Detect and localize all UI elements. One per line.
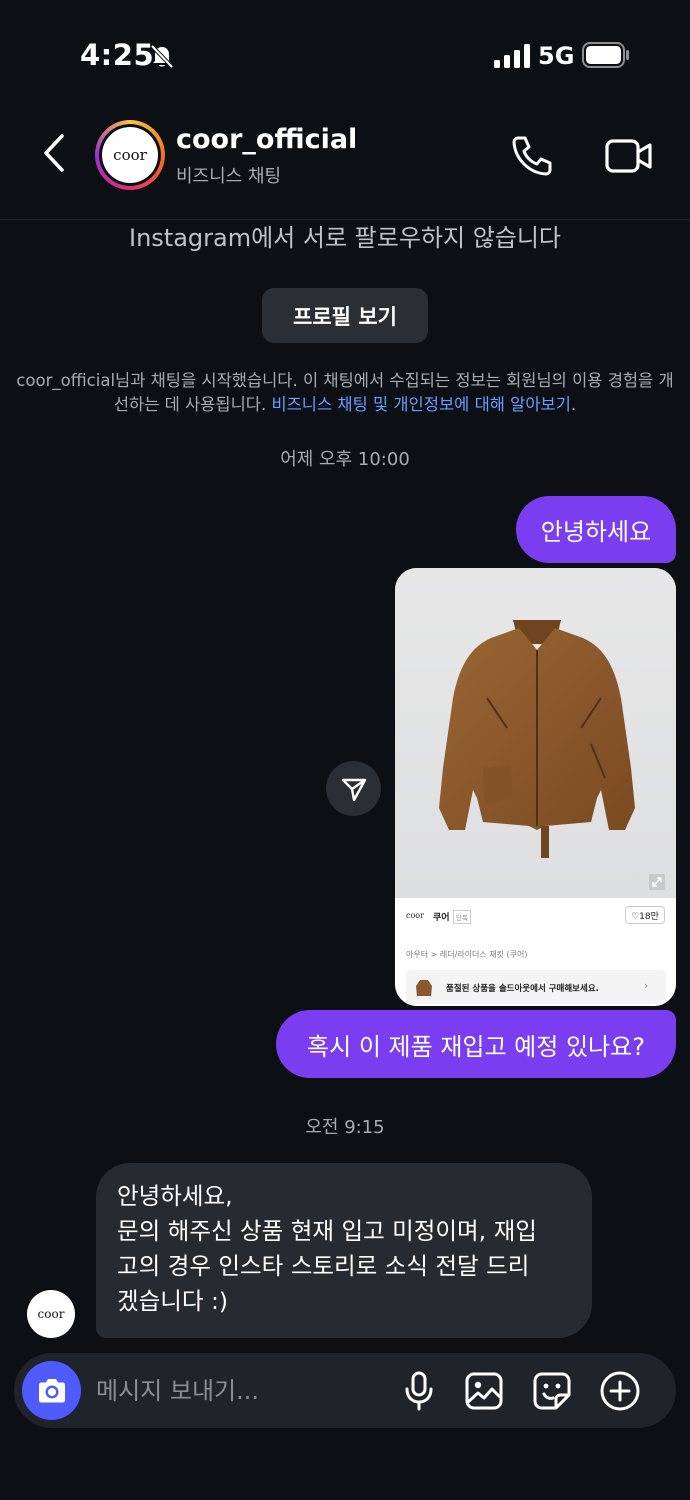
message-line: 안녕하세요,: [117, 1182, 233, 1210]
timestamp: 어제 오후 10:00: [280, 449, 410, 470]
message-line: 겠습니다 :): [117, 1287, 229, 1315]
video-call-button[interactable]: [604, 134, 654, 178]
brand-logo: coor: [406, 911, 424, 920]
microphone-icon: [405, 1371, 433, 1411]
voice-button[interactable]: [398, 1370, 440, 1412]
shared-product-card[interactable]: coor 쿠어 단독 ♡18만 아우터 > 레더/라이더스 재킷 (쿠어) 품절…: [395, 568, 676, 1006]
status-time: 4:25: [80, 38, 155, 72]
signal-icon: [494, 44, 530, 68]
promo-text: 품절된 상품을 솔드아웃에서 구매해보세요.: [446, 984, 599, 994]
sticker-icon: [533, 1372, 571, 1410]
chevron-left-icon: [44, 134, 64, 172]
chat-info-text: coor_official님과 채팅을 시작했습니다. 이 채팅에서 수집되는 …: [16, 369, 674, 417]
chat-header: coor coor_official 비즈니스 채팅: [0, 110, 690, 220]
bell-slash-icon: [150, 44, 174, 69]
message-bubble-outgoing[interactable]: 안녕하세요: [516, 496, 676, 563]
paper-plane-icon: [341, 778, 366, 801]
chat-title[interactable]: coor_official: [176, 124, 357, 155]
message-bubble-incoming[interactable]: 안녕하세요, 문의 해주신 상품 현재 입고 미정이며, 재입 고의 경우 인스…: [96, 1163, 592, 1338]
jacket-image: [439, 620, 635, 858]
header-avatar[interactable]: coor: [95, 120, 165, 190]
product-thumbnail: [416, 980, 432, 996]
sticker-button[interactable]: [531, 1370, 573, 1412]
message-composer: [14, 1353, 676, 1428]
call-button[interactable]: [508, 132, 556, 180]
view-profile-button[interactable]: 프로필 보기: [262, 288, 428, 343]
message-line: 고의 경우 인스타 스토리로 소식 전달 드리: [117, 1252, 530, 1280]
product-info: coor 쿠어 단독 ♡18만 아우터 > 레더/라이더스 재킷 (쿠어) 품절…: [395, 898, 676, 1006]
exclusive-badge: 단독: [453, 910, 471, 924]
camera-icon: [38, 1378, 65, 1402]
gallery-icon: [465, 1372, 503, 1410]
battery-icon: [582, 42, 629, 68]
info-suffix: .: [570, 395, 577, 414]
more-button[interactable]: [599, 1370, 641, 1412]
product-breadcrumb: 아우터 > 레더/라이더스 재킷 (쿠어): [406, 950, 528, 959]
soldout-promo-row: 품절된 상품을 솔드아웃에서 구매해보세요. ›: [406, 970, 666, 1004]
follow-notice: Instagram에서 서로 팔로우하지 않습니다: [128, 224, 562, 252]
sender-avatar[interactable]: coor: [27, 1290, 75, 1338]
brand-name: 쿠어: [433, 913, 450, 923]
privacy-link[interactable]: 비즈니스 채팅 및 개인정보에 대해 알아보기: [271, 395, 570, 414]
message-input[interactable]: [96, 1371, 376, 1411]
camera-button[interactable]: [22, 1361, 81, 1420]
video-camera-icon: [605, 139, 652, 173]
chat-subtitle: 비즈니스 채팅: [176, 166, 282, 187]
timestamp: 오전 9:15: [305, 1117, 385, 1138]
back-button[interactable]: [34, 130, 74, 176]
chevron-right-icon: ›: [644, 979, 649, 992]
status-bar: 4:25 5G: [0, 0, 690, 110]
message-bubble-outgoing[interactable]: 혹시 이 제품 재입고 예정 있나요?: [276, 1010, 676, 1078]
like-count: ♡18만: [625, 906, 665, 924]
avatar-logo: coor: [102, 127, 158, 183]
share-button[interactable]: [326, 761, 381, 816]
expand-icon[interactable]: [649, 874, 665, 890]
plus-circle-icon: [600, 1371, 640, 1411]
network-label: 5G: [538, 42, 575, 70]
message-line: 문의 해주신 상품 현재 입고 미정이며, 재입: [117, 1217, 537, 1245]
phone-icon: [512, 136, 552, 176]
product-image: [395, 568, 676, 898]
gallery-button[interactable]: [463, 1370, 505, 1412]
